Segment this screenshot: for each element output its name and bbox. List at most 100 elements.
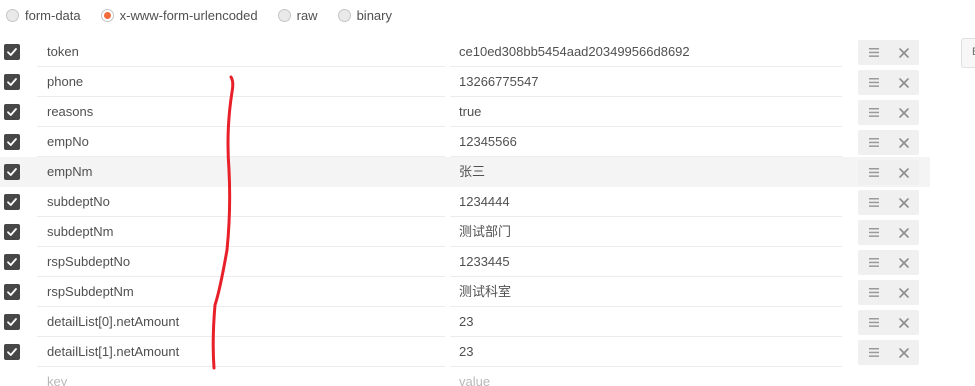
- param-value-input[interactable]: 1234444: [450, 187, 842, 217]
- param-value-input[interactable]: 测试科室: [450, 277, 842, 307]
- radio-circle-icon: [337, 8, 351, 22]
- param-value-input[interactable]: 12345566: [450, 127, 842, 157]
- row-enabled-checkbox[interactable]: [4, 254, 20, 270]
- check-icon: [7, 348, 17, 356]
- close-icon[interactable]: [890, 340, 918, 365]
- row-actions: [858, 250, 919, 275]
- param-key-input[interactable]: subdeptNo: [37, 187, 445, 217]
- hamburger-icon[interactable]: [860, 280, 888, 305]
- param-key-input[interactable]: phone: [37, 67, 445, 97]
- param-value-input[interactable]: true: [450, 97, 842, 127]
- radio-label: raw: [296, 7, 318, 23]
- row-enabled-checkbox[interactable]: [4, 194, 20, 210]
- radio-form-data[interactable]: form-data: [6, 8, 81, 23]
- param-row: rspSubdeptNo 1233445: [0, 247, 930, 277]
- param-row: rspSubdeptNm 测试科室: [0, 277, 930, 307]
- radio-circle-icon: [6, 8, 19, 22]
- hamburger-icon[interactable]: [860, 130, 888, 155]
- close-icon[interactable]: [890, 280, 918, 305]
- row-enabled-checkbox[interactable]: [4, 134, 20, 150]
- row-enabled-checkbox[interactable]: [4, 74, 20, 90]
- new-key-input[interactable]: key: [37, 367, 445, 386]
- row-actions: [858, 280, 919, 305]
- row-actions: [858, 160, 919, 185]
- check-icon: [7, 48, 17, 56]
- row-actions: [858, 310, 919, 335]
- radio-label: form-data: [25, 7, 81, 23]
- param-value-input[interactable]: 13266775547: [450, 67, 842, 97]
- param-row: subdeptNo 1234444: [0, 187, 930, 217]
- close-icon[interactable]: [890, 100, 918, 125]
- radio-circle-checked-icon: [100, 8, 114, 22]
- new-value-input[interactable]: value: [450, 367, 842, 386]
- bulk-edit-button[interactable]: B: [961, 38, 975, 68]
- radio-raw[interactable]: raw: [277, 7, 318, 23]
- close-icon[interactable]: [890, 70, 918, 95]
- param-key-input[interactable]: detailList[0].netAmount: [37, 307, 445, 337]
- row-enabled-checkbox[interactable]: [4, 224, 20, 240]
- param-row: token ce10ed308bb5454aad203499566d8692: [0, 37, 930, 67]
- close-icon[interactable]: [890, 130, 918, 155]
- close-icon[interactable]: [890, 40, 918, 65]
- param-key-input[interactable]: rspSubdeptNo: [37, 247, 445, 277]
- hamburger-icon[interactable]: [860, 160, 888, 185]
- hamburger-icon[interactable]: [860, 310, 888, 335]
- params-table: token ce10ed308bb5454aad203499566d8692 pho…: [0, 37, 930, 386]
- close-icon[interactable]: [890, 310, 918, 335]
- hamburger-icon[interactable]: [860, 70, 888, 95]
- hamburger-icon[interactable]: [860, 220, 888, 245]
- close-icon[interactable]: [890, 190, 918, 215]
- param-key-input[interactable]: reasons: [37, 97, 445, 127]
- param-key-input[interactable]: empNo: [37, 127, 445, 157]
- param-key-input[interactable]: empNm: [37, 157, 445, 187]
- row-enabled-checkbox[interactable]: [4, 44, 20, 60]
- row-enabled-checkbox[interactable]: [4, 314, 20, 330]
- row-actions: [858, 220, 919, 245]
- check-icon: [7, 258, 17, 266]
- hamburger-icon[interactable]: [860, 190, 888, 215]
- param-row: empNo 12345566: [0, 127, 930, 157]
- check-icon: [7, 228, 17, 236]
- check-icon: [7, 168, 17, 176]
- check-icon: [7, 138, 17, 146]
- param-value-input[interactable]: 23: [450, 337, 842, 367]
- param-value-input[interactable]: 23: [450, 307, 842, 337]
- row-actions: [858, 100, 919, 125]
- radio-x-www-form-urlencoded[interactable]: x-www-form-urlencoded: [100, 7, 258, 23]
- param-row: subdeptNm 测试部门: [0, 217, 930, 247]
- param-key-input[interactable]: rspSubdeptNm: [37, 277, 445, 307]
- param-value-input[interactable]: ce10ed308bb5454aad203499566d8692: [450, 37, 842, 67]
- check-icon: [7, 198, 17, 206]
- param-row: empNm 张三: [0, 157, 930, 187]
- row-actions: [858, 40, 919, 65]
- new-param-row: key value: [0, 367, 930, 386]
- close-icon[interactable]: [890, 220, 918, 245]
- param-key-input[interactable]: subdeptNm: [37, 217, 445, 247]
- hamburger-icon[interactable]: [860, 250, 888, 275]
- hamburger-icon[interactable]: [860, 340, 888, 365]
- radio-label: x-www-form-urlencoded: [119, 7, 258, 23]
- param-row: reasons true: [0, 97, 930, 127]
- radio-binary[interactable]: binary: [337, 7, 392, 23]
- check-icon: [7, 108, 17, 116]
- row-enabled-checkbox[interactable]: [4, 164, 20, 180]
- radio-label: binary: [356, 7, 392, 23]
- row-actions: [858, 340, 919, 365]
- check-icon: [7, 318, 17, 326]
- check-icon: [7, 78, 17, 86]
- row-enabled-checkbox[interactable]: [4, 344, 20, 360]
- close-icon[interactable]: [890, 160, 918, 185]
- param-value-input[interactable]: 张三: [450, 157, 842, 187]
- param-value-input[interactable]: 1233445: [450, 247, 842, 277]
- row-enabled-checkbox[interactable]: [4, 284, 20, 300]
- param-value-input[interactable]: 测试部门: [450, 217, 842, 247]
- hamburger-icon[interactable]: [860, 40, 888, 65]
- radio-circle-icon: [277, 8, 291, 22]
- param-key-input[interactable]: token: [37, 37, 445, 67]
- row-enabled-checkbox[interactable]: [4, 104, 20, 120]
- hamburger-icon[interactable]: [860, 100, 888, 125]
- param-row: detailList[1].netAmount 23: [0, 337, 930, 367]
- row-actions: [858, 190, 919, 215]
- param-key-input[interactable]: detailList[1].netAmount: [37, 337, 445, 367]
- close-icon[interactable]: [890, 250, 918, 275]
